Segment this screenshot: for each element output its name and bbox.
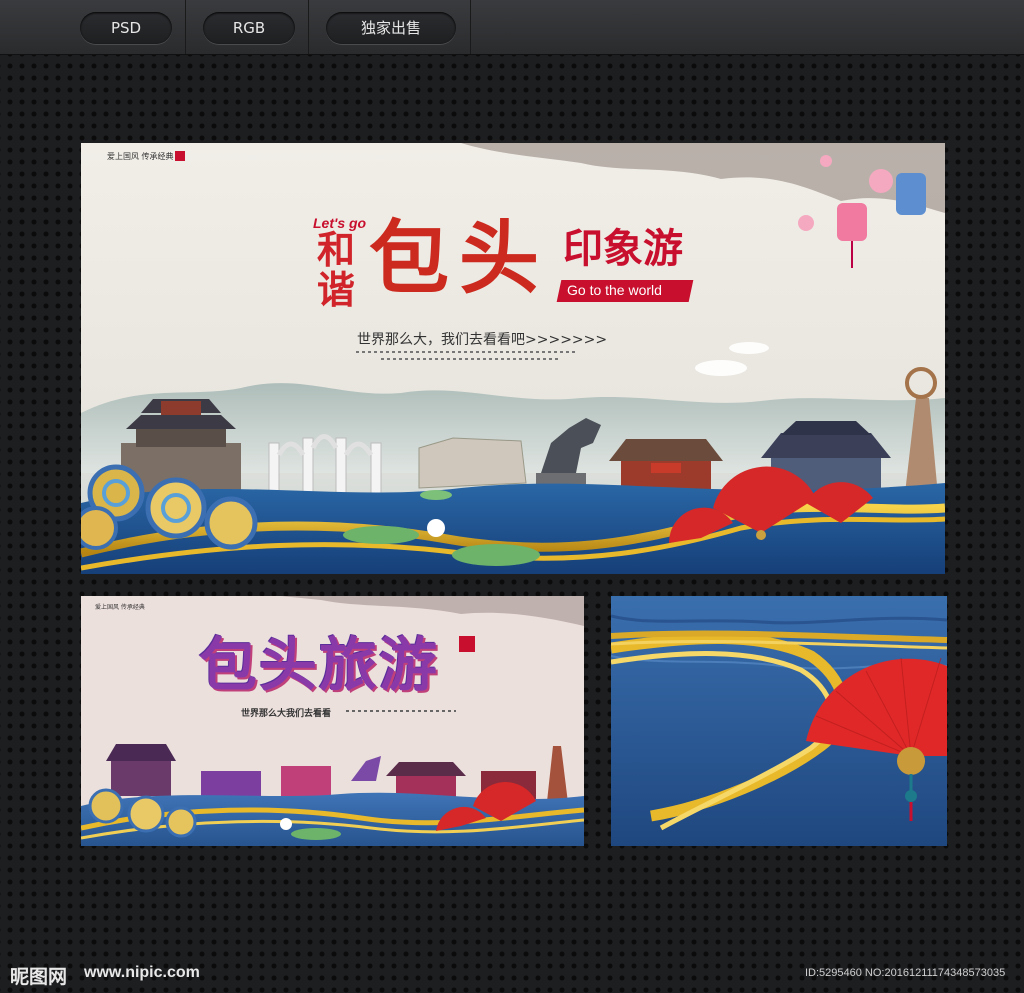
format-badge-psd[interactable]: PSD (80, 12, 172, 44)
site-logo: 昵图网 (10, 966, 68, 988)
title-char-he: 和 (317, 227, 356, 272)
title-char-bao: 包 (369, 211, 449, 305)
secondary-banner-image: 爱上国风 传承经典 包头旅游 世界那么大我们去看看 (81, 596, 584, 846)
footer-bar: 昵图网 www.nipic.com ID:5295460 NO:20161211… (0, 958, 1024, 993)
secondary-slogan: 世界那么大我们去看看 (241, 709, 332, 719)
secondary-title: 包头旅游 (199, 631, 440, 699)
title-impression-tour: 印象游 (563, 226, 683, 272)
main-banner-image: 爱上国风 传承经典 Let's go 和 谐 包 头 印象游 Go to the… (81, 143, 945, 574)
tab-exclusive[interactable]: 独家出售 (314, 0, 471, 54)
slogan-text: 世界那么大，我们去看看吧>>>>>>> (357, 332, 608, 348)
image-id-label: ID:5295460 NO:20161211174348573035 (805, 967, 1006, 979)
tab-rgb[interactable]: RGB (191, 0, 309, 54)
secondary-fine-print (346, 710, 456, 712)
exclusive-sale-badge[interactable]: 独家出售 (326, 12, 456, 44)
detail-crop-image (611, 596, 947, 846)
fine-print-lines-2 (381, 358, 561, 360)
site-url-link[interactable]: www.nipic.com (84, 964, 200, 982)
secondary-seal-stamp (459, 636, 475, 652)
secondary-corner-tagline: 爱上国风 传承经典 (95, 604, 145, 611)
top-toolbar: PSD RGB 独家出售 (0, 0, 1024, 55)
title-char-xie: 谐 (317, 267, 356, 312)
tab-psd[interactable]: PSD (68, 0, 186, 54)
color-mode-badge-rgb[interactable]: RGB (203, 12, 295, 44)
fine-print-lines (356, 351, 576, 353)
seal-stamp (175, 151, 185, 161)
title-char-tou: 头 (459, 211, 539, 305)
detail-crop-artwork (611, 596, 947, 846)
corner-tagline: 爱上国风 传承经典 (107, 152, 174, 161)
go-world-label: Go to the world (567, 282, 662, 298)
